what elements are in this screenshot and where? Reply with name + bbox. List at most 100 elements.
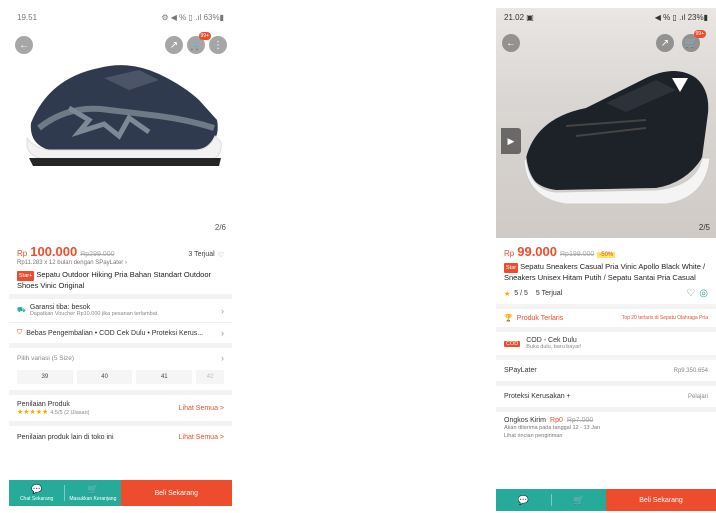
cart-badge: 99+ bbox=[198, 32, 211, 40]
product-image-area[interactable]: 19.51 ⚙ ◀ % ▯ .ıl 63%▮ ← ↗ 🛒 99+ ⋮ 2/6 bbox=[9, 8, 232, 238]
price-currency: Rp bbox=[504, 249, 515, 258]
spaylater-value: Rp9.350.654 bbox=[673, 367, 708, 374]
more-icon[interactable]: ⋮ bbox=[209, 36, 227, 54]
best-seller-row[interactable]: 🏆 Produk Terlaris Top 20 terlaris di Sep… bbox=[496, 309, 716, 327]
heart-icon[interactable]: ♡ bbox=[218, 251, 224, 259]
ongkos-eta: Akan diterima pada tanggal 12 - 13 Jan bbox=[504, 425, 601, 431]
status-time: 19.51 bbox=[17, 12, 38, 22]
chat-button[interactable]: 💬 Chat Sekarang bbox=[9, 480, 64, 506]
cod-row[interactable]: COD COD - Cek Dulu Buka dulu, baru bayar… bbox=[496, 332, 716, 355]
see-all-other-link[interactable]: Lihat Semua > bbox=[179, 434, 224, 441]
best-seller-value: Top 20 terlaris di Sepatu Olahraga Pria bbox=[621, 315, 708, 321]
sold-count: 5 Terjual bbox=[535, 290, 563, 297]
rating-stars: ★★★★★ 4.5/5 (2 Ulasan) bbox=[17, 408, 89, 416]
ongkos-label: Ongkos Kirim bbox=[504, 417, 547, 424]
chat-icon: 💬 bbox=[31, 484, 43, 494]
proteksi-label: Proteksi Kerusakan + bbox=[504, 393, 571, 400]
sold-count: 3 Terjual ♡ bbox=[188, 251, 224, 259]
other-ratings-label: Penilaian produk lain di toko ini bbox=[17, 434, 114, 441]
chat-icon: 💬 bbox=[517, 494, 529, 505]
star-plus-badge: Star+ bbox=[17, 271, 35, 281]
garansi-text: Garansi tiba: besok Dapatkan Voucher Rp1… bbox=[30, 304, 159, 317]
shipping-details-link[interactable]: Lihat rincian pengiriman bbox=[496, 432, 716, 440]
see-all-ratings-link[interactable]: Lihat Semua > bbox=[179, 405, 224, 412]
variant-label: Pilih variasi (5 Size) bbox=[17, 354, 75, 362]
size-option[interactable]: 42 bbox=[196, 370, 225, 384]
right-phone-screen: 21.02 ▣ ◀ % ▯ .ıl 23%▮ ← ↗ 🛒 99+ ▶ 2/5 Rp… bbox=[496, 8, 716, 511]
price-amount: 99.000 bbox=[517, 244, 557, 259]
size-option[interactable]: 39 bbox=[17, 370, 73, 384]
bottom-left-actions: 💬 🛒 bbox=[496, 489, 606, 511]
size-option[interactable]: 40 bbox=[76, 370, 133, 384]
benefits-row[interactable]: ⛉ Bebas Pengembalian • COD Cek Dulu • Pr… bbox=[9, 322, 232, 343]
shield-icon: ⛉ bbox=[17, 329, 23, 336]
garansi-row[interactable]: ⛟ Garansi tiba: besok Dapatkan Voucher R… bbox=[9, 299, 232, 322]
size-option[interactable]: 41 bbox=[136, 370, 193, 384]
sold-text: 3 Terjual bbox=[188, 251, 215, 258]
back-icon[interactable]: ← bbox=[15, 36, 33, 54]
star-icons: ★★★★★ bbox=[17, 409, 49, 416]
chevron-right-icon: › bbox=[221, 328, 224, 338]
old-price: Rp299.000 bbox=[80, 251, 115, 258]
bottom-action-bar: 💬 Chat Sekarang 🛒 Masukkan Keranjang Bel… bbox=[9, 480, 232, 506]
status-time: 21.02 ▣ bbox=[504, 12, 534, 22]
ongkos-row[interactable]: Ongkos Kirim Rp0 Rp7.000 bbox=[496, 412, 716, 424]
chat-label: Chat Sekarang bbox=[19, 496, 54, 502]
left-phone-screen: 19.51 ⚙ ◀ % ▯ .ıl 63%▮ ← ↗ 🛒 99+ ⋮ 2/6 Rp… bbox=[9, 8, 232, 506]
variant-row[interactable]: Pilih variasi (5 Size) › bbox=[9, 348, 232, 368]
rating-sold-row: ★ 5 / 5 5 Terjual ♡ ◎ bbox=[496, 286, 716, 304]
cart-add-icon: 🛒 bbox=[573, 494, 585, 505]
cod-label: COD - Cek Dulu bbox=[526, 337, 577, 344]
price-amount: 100.000 bbox=[30, 244, 78, 259]
buy-now-button[interactable]: Beli Sekarang bbox=[120, 480, 232, 506]
image-counter: 2/6 bbox=[214, 223, 226, 232]
buy-now-button[interactable]: Beli Sekarang bbox=[606, 489, 716, 511]
heart-icon[interactable]: ♡ bbox=[686, 288, 695, 299]
star-icon: ★ bbox=[504, 290, 511, 298]
proteksi-link[interactable]: Pelajari bbox=[688, 394, 708, 400]
cod-text: COD - Cek Dulu Buka dulu, baru bayar! bbox=[526, 337, 581, 350]
spaylater-row[interactable]: SPayLater Rp9.350.654 bbox=[496, 360, 716, 381]
rating-value: 5 / 5 bbox=[514, 290, 528, 297]
size-options: 39 40 41 42 bbox=[9, 368, 232, 390]
rating-block: Penilaian Produk ★★★★★ 4.5/5 (2 Ulasan) bbox=[17, 401, 89, 416]
share-icon[interactable]: ↗ bbox=[165, 36, 183, 54]
share-icon[interactable]: ↗ bbox=[656, 34, 674, 52]
product-title-text: Sepatu Sneakers Casual Pria Vinic Apollo… bbox=[504, 262, 706, 282]
proteksi-row[interactable]: Proteksi Kerusakan + Pelajari bbox=[496, 386, 716, 407]
add-to-cart-button[interactable]: 🛒 Masukkan Keranjang bbox=[65, 480, 120, 506]
best-seller-label: Produk Terlaris bbox=[516, 314, 564, 322]
bottom-left-actions: 💬 Chat Sekarang 🛒 Masukkan Keranjang bbox=[9, 480, 121, 506]
play-video-icon[interactable]: ▶ bbox=[501, 128, 521, 154]
chat-button[interactable]: 💬 bbox=[496, 489, 551, 511]
back-icon[interactable]: ← bbox=[502, 34, 520, 52]
add-to-cart-button[interactable]: 🛒 bbox=[552, 489, 607, 511]
other-ratings-row[interactable]: Penilaian produk lain di toko ini Lihat … bbox=[9, 426, 232, 449]
installment-info[interactable]: Rp11.283 x 12 bulan dengan SPayLater › bbox=[9, 259, 232, 267]
rating-value: 4.5/5 (2 Ulasan) bbox=[50, 410, 90, 416]
cart-icon[interactable]: 🛒 99+ bbox=[187, 32, 211, 54]
garansi-sub: Dapatkan Voucher Rp10.000 jika pesanan t… bbox=[29, 311, 159, 317]
bottom-action-bar: 💬 🛒 Beli Sekarang bbox=[496, 489, 716, 511]
product-title: Star Sepatu Sneakers Casual Pria Vinic Ap… bbox=[496, 259, 716, 286]
price-row: Rp 99.000 Rp199.000 -50% bbox=[496, 238, 716, 259]
whatsapp-icon[interactable]: ◎ bbox=[699, 288, 708, 299]
status-icons: ⚙ ◀ % ▯ .ıl 63%▮ bbox=[161, 12, 224, 22]
cod-icon: COD bbox=[504, 340, 521, 347]
product-title-text: Sepatu Outdoor Hiking Pria Bahan Standar… bbox=[17, 270, 212, 290]
chevron-right-icon: › bbox=[221, 305, 224, 316]
chevron-right-icon: › bbox=[221, 353, 224, 363]
cart-add-icon: 🛒 bbox=[87, 484, 99, 494]
ongkos-value: Rp0 bbox=[550, 417, 563, 424]
status-bar: 19.51 ⚙ ◀ % ▯ .ıl 63%▮ bbox=[9, 8, 232, 26]
trophy-icon: 🏆 bbox=[504, 315, 513, 322]
rating-row[interactable]: Penilaian Produk ★★★★★ 4.5/5 (2 Ulasan) … bbox=[9, 395, 232, 421]
cart-icon[interactable]: 🛒 99+ bbox=[682, 30, 706, 52]
ongkos-old: Rp7.000 bbox=[566, 417, 594, 424]
discount-badge: -50% bbox=[597, 252, 616, 258]
product-title: Star+ Sepatu Outdoor Hiking Pria Bahan St… bbox=[9, 267, 232, 294]
product-image-area[interactable]: 21.02 ▣ ◀ % ▯ .ıl 23%▮ ← ↗ 🛒 99+ ▶ 2/5 bbox=[496, 8, 716, 238]
benefits-text: Bebas Pengembalian • COD Cek Dulu • Prot… bbox=[26, 329, 204, 337]
truck-icon: ⛟ bbox=[17, 307, 26, 314]
image-counter: 2/5 bbox=[698, 223, 710, 232]
